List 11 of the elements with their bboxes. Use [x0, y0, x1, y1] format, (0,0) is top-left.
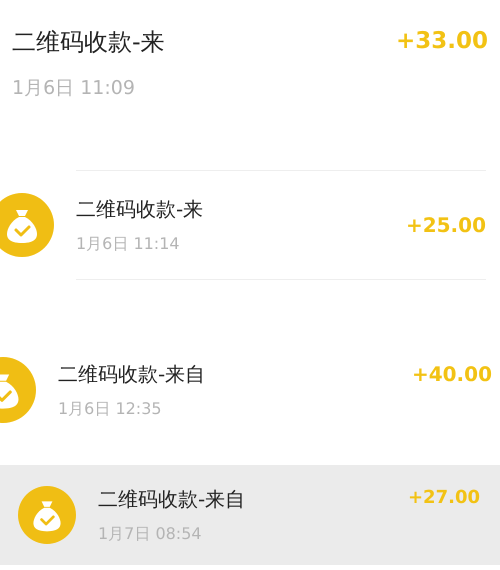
- transaction-amount: +40.00: [412, 361, 492, 388]
- transaction-amount: +33.00: [396, 26, 488, 56]
- transaction-amount: +27.00: [408, 486, 480, 510]
- transaction-title: 二维码收款-来自: [58, 361, 206, 388]
- transaction-amount: +25.00: [406, 212, 486, 239]
- transaction-title: 二维码收款-来: [12, 26, 166, 58]
- transaction-time: 1月6日 11:09: [12, 76, 136, 101]
- transaction-title: 二维码收款-来自: [98, 486, 246, 513]
- transaction-title: 二维码收款-来: [76, 196, 204, 223]
- transaction-time: 1月6日 11:14: [76, 233, 181, 255]
- transaction-time: 1月6日 12:35: [58, 398, 163, 420]
